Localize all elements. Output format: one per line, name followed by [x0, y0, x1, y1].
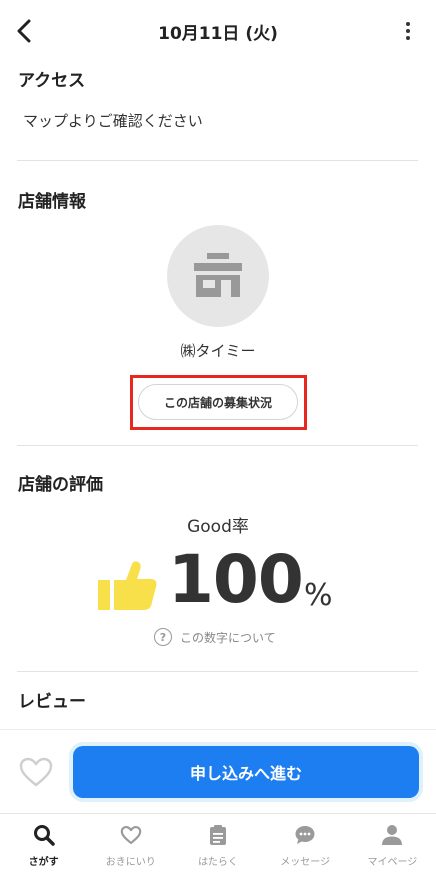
- thumbs-up-icon: [98, 561, 157, 610]
- tab-messages[interactable]: メッセージ: [262, 814, 349, 880]
- back-button[interactable]: [10, 14, 38, 48]
- divider: [17, 445, 418, 446]
- rating-section-title: 店舗の評価: [18, 475, 103, 495]
- access-section-title: アクセス: [18, 71, 86, 91]
- tab-mypage[interactable]: マイページ: [349, 814, 436, 880]
- apply-action-bar: 申し込みへ進む: [0, 729, 436, 813]
- tab-search-label: さがす: [28, 857, 59, 868]
- tab-search[interactable]: さがす: [0, 814, 87, 880]
- person-icon: [382, 825, 403, 845]
- tab-messages-label: メッセージ: [280, 857, 331, 868]
- favorite-button[interactable]: [18, 756, 54, 788]
- tab-favorites-label: おきにいり: [105, 857, 156, 868]
- question-icon: ?: [154, 628, 172, 646]
- tab-mypage-label: マイページ: [367, 857, 418, 868]
- search-icon: [33, 825, 55, 846]
- heart-icon: [19, 757, 53, 787]
- clipboard-icon: [210, 825, 226, 845]
- more-options-button[interactable]: [398, 16, 418, 46]
- about-number-link[interactable]: ? この数字について: [154, 628, 276, 646]
- good-rate-label: Good率: [187, 517, 249, 537]
- header-bar: 10月11日 (火): [0, 0, 436, 62]
- page-title: 10月11日 (火): [158, 23, 278, 44]
- heart-icon: [120, 825, 142, 845]
- shop-avatar: [167, 225, 269, 327]
- chevron-left-icon: [17, 19, 31, 43]
- chat-icon: [295, 826, 315, 844]
- bottom-tab-bar: さがす おきにいり はたらく メッセージ マイページ: [0, 813, 436, 880]
- shop-recruitment-button[interactable]: この店舗の募集状況: [138, 384, 298, 420]
- divider: [17, 160, 418, 161]
- tab-work[interactable]: はたらく: [174, 814, 261, 880]
- access-text: マップよりご確認ください: [23, 112, 203, 130]
- divider: [17, 671, 418, 672]
- apply-button[interactable]: 申し込みへ進む: [73, 746, 419, 798]
- tab-work-label: はたらく: [198, 857, 238, 868]
- good-rate-value: 100: [168, 541, 304, 618]
- shop-name: ㈱タイミー: [180, 342, 256, 360]
- store-icon: [194, 253, 242, 297]
- review-section-title: レビュー: [18, 692, 86, 712]
- tab-favorites[interactable]: おきにいり: [87, 814, 174, 880]
- about-number-label: この数字について: [180, 630, 276, 645]
- good-rate-unit: %: [304, 578, 333, 613]
- more-vertical-icon: [406, 22, 410, 26]
- shop-section-title: 店舗情報: [18, 192, 86, 212]
